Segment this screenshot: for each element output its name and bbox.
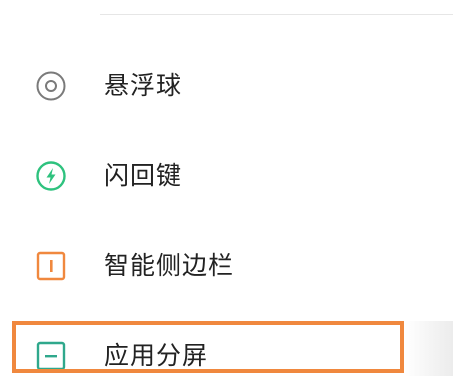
setting-item-label: 悬浮球	[104, 71, 183, 100]
flash-back-key-icon	[35, 160, 67, 192]
smart-sidebar-icon	[35, 250, 67, 282]
split-screen-icon	[35, 340, 67, 372]
settings-list: 悬浮球 闪回键 智能侧边栏 应用分屏	[0, 0, 453, 376]
floating-ball-icon	[35, 70, 67, 102]
setting-item-smart-sidebar[interactable]: 智能侧边栏	[0, 236, 453, 296]
setting-item-flash-back-key[interactable]: 闪回键	[0, 146, 453, 206]
setting-item-label: 智能侧边栏	[104, 251, 235, 280]
setting-item-split-screen[interactable]: 应用分屏	[0, 326, 453, 386]
setting-item-label: 应用分屏	[104, 341, 209, 370]
setting-item-floating-ball[interactable]: 悬浮球	[0, 56, 453, 116]
setting-item-label: 闪回键	[104, 161, 183, 190]
